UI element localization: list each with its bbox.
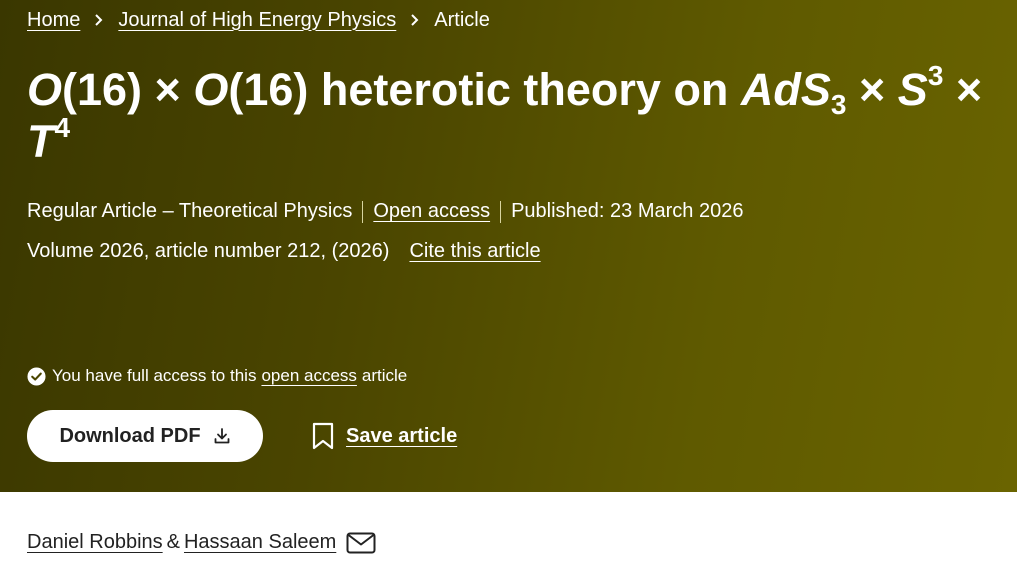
breadcrumb-home[interactable]: Home	[27, 9, 80, 32]
title-s: S	[897, 64, 928, 115]
access-open-access-link[interactable]: open access	[261, 366, 356, 386]
title-times2: ×	[943, 64, 983, 115]
title-t: T	[27, 116, 55, 167]
author-link[interactable]: Daniel Robbins	[27, 531, 163, 554]
cite-article-link[interactable]: Cite this article	[409, 240, 540, 263]
chevron-right-icon	[411, 14, 419, 26]
save-article-label: Save article	[346, 424, 458, 447]
open-access-link[interactable]: Open access	[373, 200, 490, 223]
title-t-sup: 4	[54, 112, 71, 143]
check-circle-icon	[27, 366, 46, 386]
author-separator: &	[166, 531, 180, 553]
save-article-button[interactable]: Save article	[312, 422, 457, 450]
title-times1: ×	[846, 64, 898, 115]
chevron-right-icon	[95, 14, 103, 26]
volume-info: Volume 2026, article number 212, (2026)	[27, 240, 390, 262]
title-ads-sub: 3	[830, 89, 847, 120]
published-date: Published: 23 March 2026	[511, 200, 744, 222]
mail-icon[interactable]	[346, 532, 376, 554]
download-icon	[214, 428, 229, 444]
bookmark-icon	[312, 422, 334, 450]
article-hero: Home Journal of High Energy Physics Arti…	[0, 0, 1017, 492]
author-link[interactable]: Hassaan Saleem	[184, 531, 336, 554]
article-citation: Volume 2026, article number 212, (2026) …	[27, 240, 541, 263]
breadcrumb-journal[interactable]: Journal of High Energy Physics	[118, 9, 396, 32]
title-part1: (16) ×	[62, 64, 194, 115]
article-meta: Regular Article – Theoretical Physics Op…	[27, 200, 743, 223]
access-notice: You have full access to this open access…	[27, 366, 407, 386]
download-pdf-button[interactable]: Download PDF	[27, 410, 263, 462]
breadcrumb: Home Journal of High Energy Physics Arti…	[27, 7, 490, 33]
download-pdf-label: Download PDF	[59, 424, 201, 447]
author-list: Daniel Robbins & Hassaan Saleem	[27, 531, 376, 554]
divider	[362, 200, 364, 223]
article-type: Regular Article – Theoretical Physics	[27, 200, 353, 222]
title-part2: (16) heterotic theory on	[228, 64, 741, 115]
article-title: O(16) × O(16) heterotic theory on AdS3 ×…	[27, 62, 997, 168]
access-text-prefix: You have full access to this	[52, 366, 257, 385]
breadcrumb-current: Article	[434, 8, 490, 31]
title-o2: O	[193, 64, 229, 115]
access-text-suffix: article	[361, 366, 408, 385]
divider	[500, 200, 502, 223]
title-o1: O	[27, 64, 63, 115]
title-s-sup: 3	[927, 60, 944, 91]
title-ads: AdS	[740, 64, 831, 115]
